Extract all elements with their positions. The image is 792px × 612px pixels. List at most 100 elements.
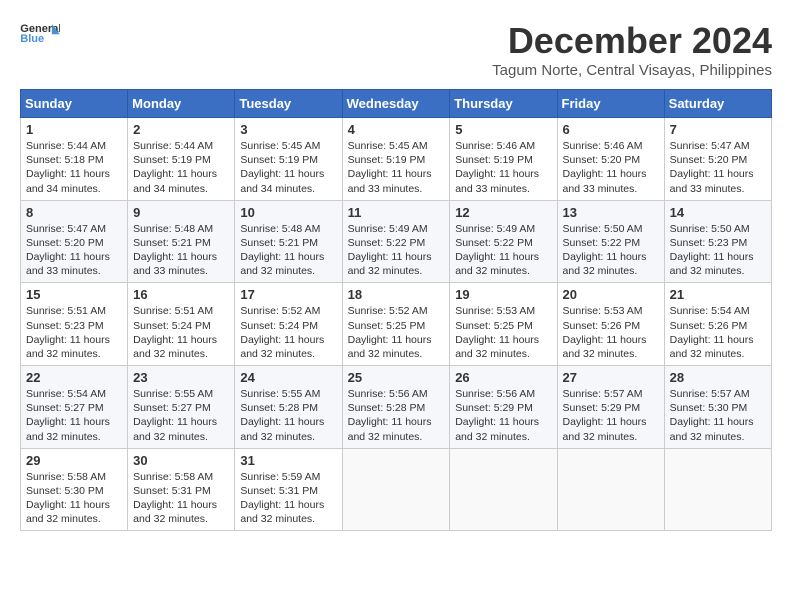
day-info: Sunrise: 5:53 AM Sunset: 5:26 PM Dayligh… xyxy=(563,304,659,361)
day-number: 15 xyxy=(26,287,122,302)
day-info: Sunrise: 5:56 AM Sunset: 5:28 PM Dayligh… xyxy=(348,387,445,444)
calendar-row: 8 Sunrise: 5:47 AM Sunset: 5:20 PM Dayli… xyxy=(21,200,772,283)
day-number: 18 xyxy=(348,287,445,302)
calendar-cell: 6 Sunrise: 5:46 AM Sunset: 5:20 PM Dayli… xyxy=(557,118,664,201)
title-area: December 2024 Tagum Norte, Central Visay… xyxy=(492,20,772,79)
day-info: Sunrise: 5:48 AM Sunset: 5:21 PM Dayligh… xyxy=(133,222,229,279)
calendar-cell: 13 Sunrise: 5:50 AM Sunset: 5:22 PM Dayl… xyxy=(557,200,664,283)
calendar-cell: 22 Sunrise: 5:54 AM Sunset: 5:27 PM Dayl… xyxy=(21,366,128,449)
calendar-cell: 16 Sunrise: 5:51 AM Sunset: 5:24 PM Dayl… xyxy=(128,283,235,366)
header-saturday: Saturday xyxy=(664,90,771,118)
day-number: 28 xyxy=(670,370,766,385)
header-sunday: Sunday xyxy=(21,90,128,118)
day-number: 29 xyxy=(26,453,122,468)
day-number: 9 xyxy=(133,205,229,220)
calendar-cell: 28 Sunrise: 5:57 AM Sunset: 5:30 PM Dayl… xyxy=(664,366,771,449)
day-info: Sunrise: 5:44 AM Sunset: 5:19 PM Dayligh… xyxy=(133,139,229,196)
calendar-cell: 5 Sunrise: 5:46 AM Sunset: 5:19 PM Dayli… xyxy=(450,118,557,201)
day-info: Sunrise: 5:49 AM Sunset: 5:22 PM Dayligh… xyxy=(455,222,551,279)
calendar-cell: 20 Sunrise: 5:53 AM Sunset: 5:26 PM Dayl… xyxy=(557,283,664,366)
calendar-cell: 19 Sunrise: 5:53 AM Sunset: 5:25 PM Dayl… xyxy=(450,283,557,366)
day-info: Sunrise: 5:49 AM Sunset: 5:22 PM Dayligh… xyxy=(348,222,445,279)
calendar-cell: 29 Sunrise: 5:58 AM Sunset: 5:30 PM Dayl… xyxy=(21,448,128,531)
calendar-cell: 14 Sunrise: 5:50 AM Sunset: 5:23 PM Dayl… xyxy=(664,200,771,283)
day-number: 20 xyxy=(563,287,659,302)
calendar-cell: 30 Sunrise: 5:58 AM Sunset: 5:31 PM Dayl… xyxy=(128,448,235,531)
calendar-cell: 26 Sunrise: 5:56 AM Sunset: 5:29 PM Dayl… xyxy=(450,366,557,449)
day-info: Sunrise: 5:47 AM Sunset: 5:20 PM Dayligh… xyxy=(26,222,122,279)
day-info: Sunrise: 5:54 AM Sunset: 5:26 PM Dayligh… xyxy=(670,304,766,361)
day-number: 2 xyxy=(133,122,229,137)
day-number: 10 xyxy=(240,205,336,220)
day-info: Sunrise: 5:50 AM Sunset: 5:22 PM Dayligh… xyxy=(563,222,659,279)
calendar-table: Sunday Monday Tuesday Wednesday Thursday… xyxy=(20,89,772,531)
calendar-cell: 15 Sunrise: 5:51 AM Sunset: 5:23 PM Dayl… xyxy=(21,283,128,366)
calendar-cell: 23 Sunrise: 5:55 AM Sunset: 5:27 PM Dayl… xyxy=(128,366,235,449)
day-info: Sunrise: 5:45 AM Sunset: 5:19 PM Dayligh… xyxy=(240,139,336,196)
calendar-cell: 3 Sunrise: 5:45 AM Sunset: 5:19 PM Dayli… xyxy=(235,118,342,201)
day-number: 23 xyxy=(133,370,229,385)
day-info: Sunrise: 5:48 AM Sunset: 5:21 PM Dayligh… xyxy=(240,222,336,279)
day-info: Sunrise: 5:59 AM Sunset: 5:31 PM Dayligh… xyxy=(240,470,336,527)
day-number: 6 xyxy=(563,122,659,137)
day-info: Sunrise: 5:52 AM Sunset: 5:24 PM Dayligh… xyxy=(240,304,336,361)
day-number: 24 xyxy=(240,370,336,385)
header-thursday: Thursday xyxy=(450,90,557,118)
calendar-cell: 8 Sunrise: 5:47 AM Sunset: 5:20 PM Dayli… xyxy=(21,200,128,283)
day-number: 8 xyxy=(26,205,122,220)
logo: General Blue xyxy=(20,20,60,50)
svg-text:Blue: Blue xyxy=(20,33,44,45)
calendar-cell: 2 Sunrise: 5:44 AM Sunset: 5:19 PM Dayli… xyxy=(128,118,235,201)
day-number: 12 xyxy=(455,205,551,220)
day-number: 31 xyxy=(240,453,336,468)
calendar-row: 29 Sunrise: 5:58 AM Sunset: 5:30 PM Dayl… xyxy=(21,448,772,531)
day-info: Sunrise: 5:51 AM Sunset: 5:24 PM Dayligh… xyxy=(133,304,229,361)
calendar-cell: 25 Sunrise: 5:56 AM Sunset: 5:28 PM Dayl… xyxy=(342,366,450,449)
page-header: General Blue December 2024 Tagum Norte, … xyxy=(20,20,772,79)
calendar-header-row: Sunday Monday Tuesday Wednesday Thursday… xyxy=(21,90,772,118)
day-number: 27 xyxy=(563,370,659,385)
day-info: Sunrise: 5:56 AM Sunset: 5:29 PM Dayligh… xyxy=(455,387,551,444)
day-number: 26 xyxy=(455,370,551,385)
calendar-cell: 10 Sunrise: 5:48 AM Sunset: 5:21 PM Dayl… xyxy=(235,200,342,283)
day-number: 7 xyxy=(670,122,766,137)
day-number: 17 xyxy=(240,287,336,302)
calendar-cell xyxy=(342,448,450,531)
calendar-row: 15 Sunrise: 5:51 AM Sunset: 5:23 PM Dayl… xyxy=(21,283,772,366)
calendar-cell xyxy=(450,448,557,531)
day-info: Sunrise: 5:57 AM Sunset: 5:29 PM Dayligh… xyxy=(563,387,659,444)
day-info: Sunrise: 5:44 AM Sunset: 5:18 PM Dayligh… xyxy=(26,139,122,196)
day-info: Sunrise: 5:55 AM Sunset: 5:27 PM Dayligh… xyxy=(133,387,229,444)
day-info: Sunrise: 5:57 AM Sunset: 5:30 PM Dayligh… xyxy=(670,387,766,444)
day-info: Sunrise: 5:52 AM Sunset: 5:25 PM Dayligh… xyxy=(348,304,445,361)
day-number: 4 xyxy=(348,122,445,137)
day-number: 14 xyxy=(670,205,766,220)
day-info: Sunrise: 5:58 AM Sunset: 5:31 PM Dayligh… xyxy=(133,470,229,527)
day-number: 11 xyxy=(348,205,445,220)
day-number: 1 xyxy=(26,122,122,137)
day-info: Sunrise: 5:55 AM Sunset: 5:28 PM Dayligh… xyxy=(240,387,336,444)
calendar-cell: 24 Sunrise: 5:55 AM Sunset: 5:28 PM Dayl… xyxy=(235,366,342,449)
calendar-cell xyxy=(557,448,664,531)
calendar-cell: 21 Sunrise: 5:54 AM Sunset: 5:26 PM Dayl… xyxy=(664,283,771,366)
day-info: Sunrise: 5:58 AM Sunset: 5:30 PM Dayligh… xyxy=(26,470,122,527)
day-info: Sunrise: 5:47 AM Sunset: 5:20 PM Dayligh… xyxy=(670,139,766,196)
day-number: 16 xyxy=(133,287,229,302)
calendar-cell xyxy=(664,448,771,531)
calendar-cell: 7 Sunrise: 5:47 AM Sunset: 5:20 PM Dayli… xyxy=(664,118,771,201)
header-friday: Friday xyxy=(557,90,664,118)
header-monday: Monday xyxy=(128,90,235,118)
day-number: 19 xyxy=(455,287,551,302)
calendar-cell: 9 Sunrise: 5:48 AM Sunset: 5:21 PM Dayli… xyxy=(128,200,235,283)
day-number: 3 xyxy=(240,122,336,137)
calendar-cell: 12 Sunrise: 5:49 AM Sunset: 5:22 PM Dayl… xyxy=(450,200,557,283)
calendar-cell: 11 Sunrise: 5:49 AM Sunset: 5:22 PM Dayl… xyxy=(342,200,450,283)
day-info: Sunrise: 5:46 AM Sunset: 5:20 PM Dayligh… xyxy=(563,139,659,196)
calendar-cell: 18 Sunrise: 5:52 AM Sunset: 5:25 PM Dayl… xyxy=(342,283,450,366)
day-info: Sunrise: 5:54 AM Sunset: 5:27 PM Dayligh… xyxy=(26,387,122,444)
day-number: 25 xyxy=(348,370,445,385)
calendar-cell: 1 Sunrise: 5:44 AM Sunset: 5:18 PM Dayli… xyxy=(21,118,128,201)
calendar-row: 22 Sunrise: 5:54 AM Sunset: 5:27 PM Dayl… xyxy=(21,366,772,449)
month-title: December 2024 xyxy=(492,20,772,62)
day-number: 21 xyxy=(670,287,766,302)
